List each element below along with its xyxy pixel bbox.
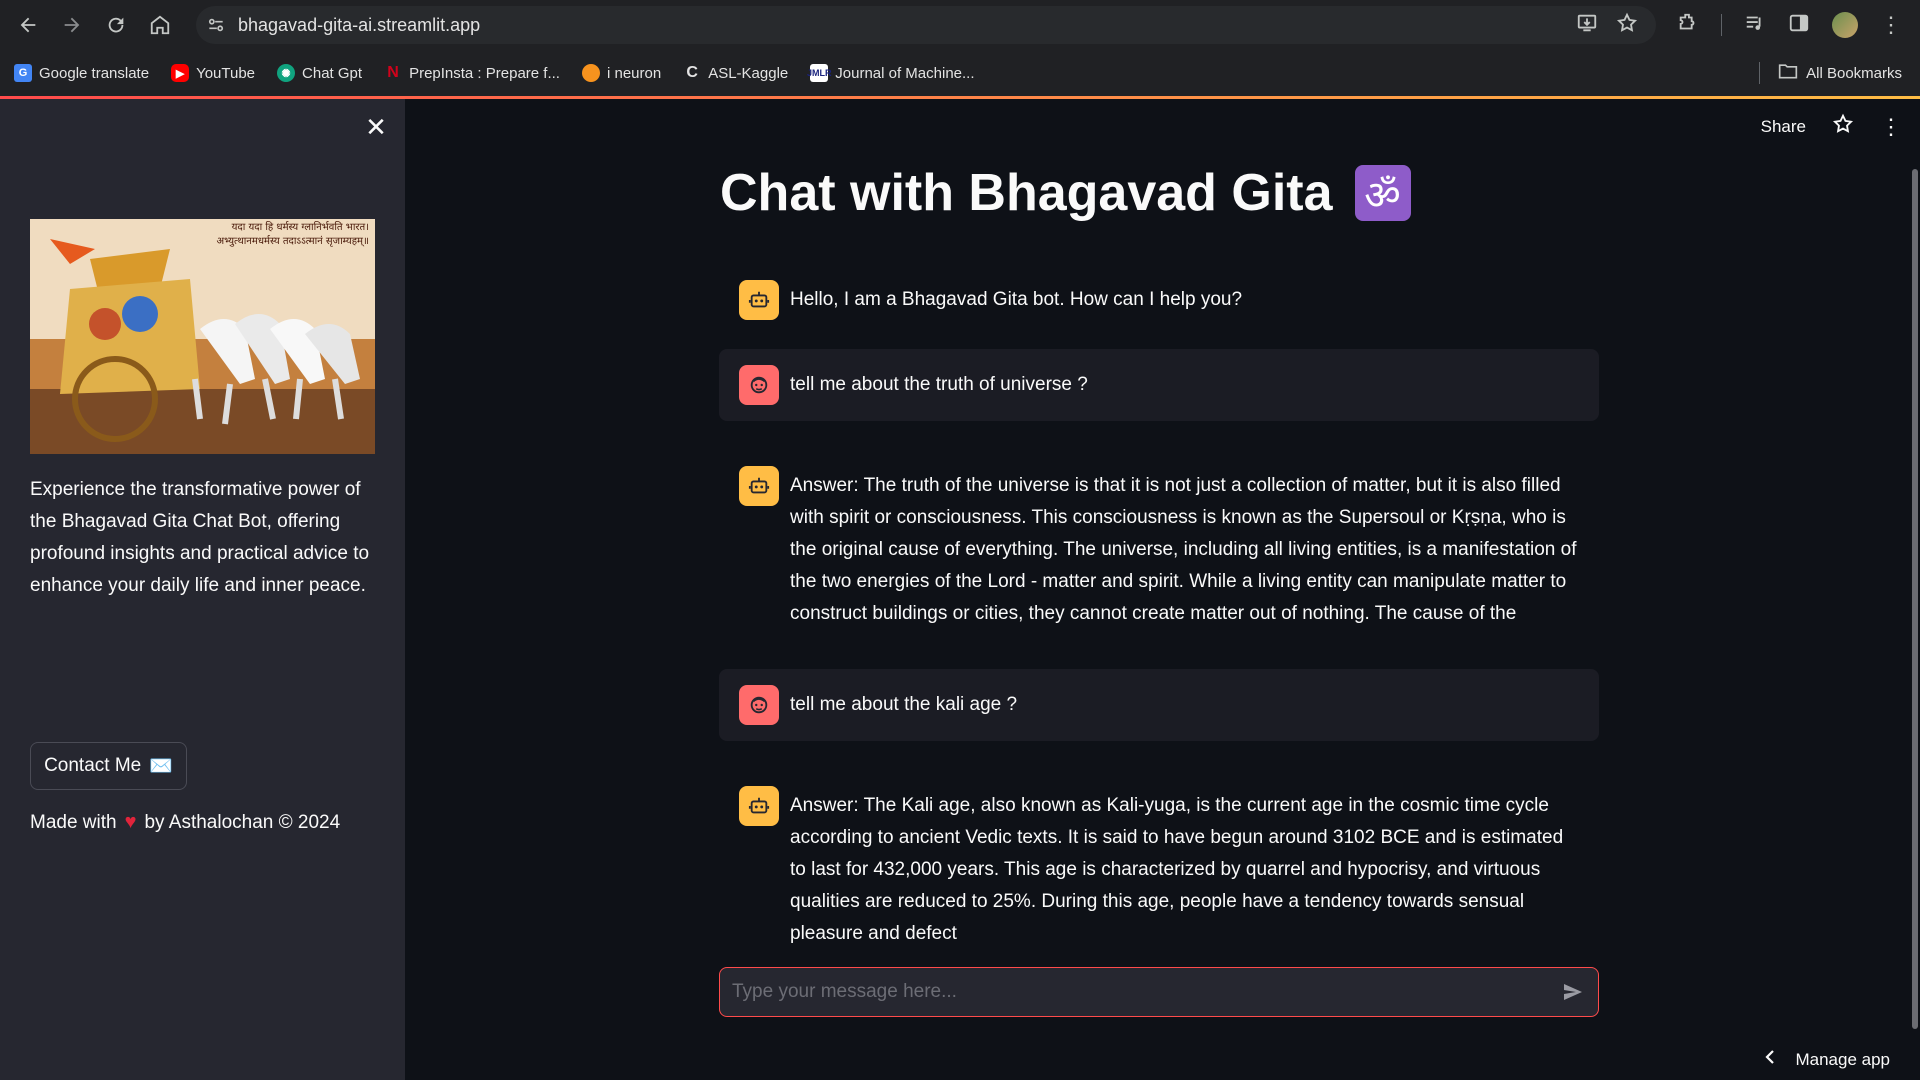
sidebar-description: Experience the transformative power of t… bbox=[30, 479, 370, 596]
message-text: tell me about the kali age ? bbox=[790, 694, 1018, 715]
krishna-arjuna-chariot-image: यदा यदा हि धर्मस्य ग्लानिर्भवति भारत। अभ… bbox=[30, 219, 375, 454]
main-content: Share ⋮ Chat with Bhagavad Gita ॐ Hello,… bbox=[405, 99, 1920, 1080]
forward-icon[interactable] bbox=[50, 3, 94, 47]
reload-icon[interactable] bbox=[94, 3, 138, 47]
browser-menu-icon[interactable]: ⋮ bbox=[1880, 14, 1902, 36]
contact-label: Contact Me bbox=[44, 755, 142, 776]
share-button[interactable]: Share bbox=[1761, 117, 1806, 137]
chat-message-assistant: Answer: The truth of the universe is tha… bbox=[719, 450, 1599, 646]
bot-avatar-icon bbox=[739, 466, 779, 506]
bookmark-jmlr[interactable]: JMLR Journal of Machine... bbox=[807, 64, 975, 82]
bot-avatar-icon bbox=[739, 280, 779, 320]
bookmark-ineuron[interactable]: i neuron bbox=[581, 64, 661, 82]
bookmarks-bar: G Google translate ▶ YouTube ✺ Chat Gpt … bbox=[0, 50, 1920, 96]
message-text: tell me about the truth of universe ? bbox=[790, 374, 1088, 395]
extensions-icon[interactable] bbox=[1677, 12, 1699, 39]
chat-input[interactable] bbox=[732, 981, 1548, 1003]
footer-credit: Made with ♥ by Asthalochan © 2024 bbox=[30, 811, 340, 834]
chatgpt-icon: ✺ bbox=[277, 64, 296, 82]
sidebar: ✕ यदा यदा हि धर्मस्य ग्लानिर्भवति भारत। … bbox=[0, 99, 405, 1080]
app-menu-icon[interactable]: ⋮ bbox=[1880, 114, 1902, 140]
title-row: Chat with Bhagavad Gita ॐ bbox=[720, 163, 1411, 223]
chat-input-container bbox=[719, 967, 1599, 1017]
toolbar-divider bbox=[1721, 14, 1722, 36]
url-text[interactable]: bhagavad-gita-ai.streamlit.app bbox=[238, 15, 480, 36]
message-text: Answer: The truth of the universe is tha… bbox=[790, 475, 1577, 624]
profile-avatar[interactable] bbox=[1832, 12, 1858, 38]
close-sidebar-icon[interactable]: ✕ bbox=[364, 114, 388, 140]
sanskrit-verse: यदा यदा हि धर्मस्य ग्लानिर्भवति भारत। अभ… bbox=[216, 222, 369, 247]
om-icon: ॐ bbox=[1354, 165, 1411, 221]
chevron-left-icon bbox=[1763, 1049, 1777, 1070]
kaggle-icon: C bbox=[686, 64, 698, 81]
message-text: Answer: The Kali age, also known as Kali… bbox=[790, 795, 1564, 944]
manage-app-button[interactable]: Manage app bbox=[1763, 1049, 1890, 1070]
ineuron-icon bbox=[581, 64, 600, 82]
page-title: Chat with Bhagavad Gita bbox=[720, 164, 1333, 222]
contact-me-button[interactable]: Contact Me ✉️ bbox=[30, 742, 187, 790]
bookmark-asl-kaggle[interactable]: C ASL-Kaggle bbox=[683, 64, 788, 82]
back-icon[interactable] bbox=[6, 3, 50, 47]
side-panel-icon[interactable] bbox=[1788, 12, 1810, 39]
chat-message-user: tell me about the truth of universe ? bbox=[719, 349, 1599, 421]
address-bar[interactable]: bhagavad-gita-ai.streamlit.app bbox=[196, 6, 1656, 44]
bookmark-prepinsta[interactable]: N PrepInsta : Prepare f... bbox=[384, 64, 560, 82]
youtube-icon: ▶ bbox=[171, 64, 190, 82]
envelope-icon: ✉️ bbox=[149, 756, 173, 777]
heart-icon: ♥ bbox=[124, 811, 137, 833]
chat-message-user: tell me about the kali age ? bbox=[719, 669, 1599, 741]
user-avatar-icon bbox=[739, 365, 779, 405]
chat-message-assistant: Answer: The Kali age, also known as Kali… bbox=[719, 770, 1599, 966]
home-icon[interactable] bbox=[138, 3, 182, 47]
bookmark-google-translate[interactable]: G Google translate bbox=[14, 64, 149, 82]
bookmarks-divider bbox=[1759, 62, 1760, 84]
bookmark-youtube[interactable]: ▶ YouTube bbox=[171, 64, 255, 82]
media-control-icon[interactable] bbox=[1744, 12, 1766, 39]
jmlr-icon: JMLR bbox=[807, 64, 832, 82]
all-bookmarks-button[interactable]: All Bookmarks bbox=[1778, 50, 1902, 96]
bookmark-chatgpt[interactable]: ✺ Chat Gpt bbox=[277, 64, 362, 82]
google-translate-icon: G bbox=[14, 64, 32, 82]
send-icon[interactable] bbox=[1548, 968, 1598, 1016]
message-text: Hello, I am a Bhagavad Gita bot. How can… bbox=[790, 289, 1243, 310]
made-with-suffix: by Asthalochan © 2024 bbox=[144, 811, 341, 833]
user-avatar-icon bbox=[739, 685, 779, 725]
made-with-prefix: Made with bbox=[30, 811, 117, 833]
app-toolbar: Share ⋮ bbox=[1761, 113, 1902, 140]
scrollbar[interactable] bbox=[1912, 169, 1918, 1029]
bookmark-star-icon[interactable] bbox=[1616, 12, 1638, 39]
install-app-icon[interactable] bbox=[1576, 12, 1598, 39]
chat-message-assistant: Hello, I am a Bhagavad Gita bot. How can… bbox=[719, 264, 1599, 336]
manage-app-label: Manage app bbox=[1795, 1049, 1890, 1069]
favorite-star-icon[interactable] bbox=[1832, 113, 1854, 140]
folder-icon bbox=[1778, 62, 1798, 84]
site-info-icon[interactable] bbox=[196, 15, 236, 35]
prepinsta-icon: N bbox=[387, 64, 399, 81]
bot-avatar-icon bbox=[739, 786, 779, 826]
